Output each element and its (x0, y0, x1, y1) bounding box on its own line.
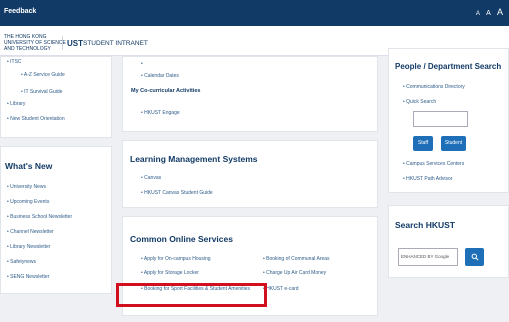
link-library[interactable]: Library (7, 99, 25, 109)
search-hkust-panel: Search HKUST ENHANCED BY Google (388, 205, 509, 278)
people-search-panel: People / Department Search Communication… (388, 48, 509, 193)
link-it-survival-guide[interactable]: IT Survival Guide (21, 87, 62, 97)
font-small-button[interactable]: A (476, 11, 480, 17)
link-hkust-engage[interactable]: HKUST Engage (141, 108, 179, 118)
people-search-title: People / Department Search (395, 62, 502, 71)
campus-life-panel: Calendar Dates My Co-curricular Activiti… (122, 56, 378, 132)
link-canvas-guide[interactable]: HKUST Canvas Student Guide (141, 188, 213, 198)
google-search-input[interactable]: ENHANCED BY Google (398, 248, 458, 266)
news-events[interactable]: Upcoming Events (7, 195, 72, 210)
news-seng[interactable]: SENG Newsletter (7, 270, 72, 285)
link-campus-service-centers[interactable]: Campus Services Centers (403, 159, 464, 169)
lms-panel: Learning Management Systems Canvas HKUST… (122, 140, 378, 208)
hkust-logo[interactable]: THE HONG KONG UNIVERSITY OF SCIENCE AND … (4, 34, 66, 52)
staff-button[interactable]: Staff (413, 136, 433, 151)
news-university[interactable]: University News (7, 180, 72, 195)
cocurricular-heading: My Co-curricular Activities (131, 88, 201, 94)
search-icon (471, 253, 479, 261)
search-go-button[interactable] (465, 248, 484, 266)
top-bar: Feedback A A A (0, 0, 509, 26)
google-search-label: ENHANCED BY Google (401, 254, 450, 259)
news-channel[interactable]: Channel Newsletter (7, 225, 72, 240)
font-medium-button[interactable]: A (486, 10, 491, 17)
feedback-link[interactable]: Feedback (4, 8, 36, 15)
logo-divider (62, 36, 63, 50)
student-button[interactable]: Student (441, 136, 466, 151)
intranet-title: STUDENT INTRANET (83, 40, 148, 47)
link-storage-locker[interactable]: Apply for Storage Locker (141, 268, 199, 278)
link-new-student-orientation[interactable]: New Student Orientation (7, 114, 64, 124)
link-oncampus-housing[interactable]: Apply for On-campus Housing (141, 254, 211, 264)
ust-mark: UST (67, 39, 83, 48)
search-hkust-title: Search HKUST (395, 220, 455, 230)
link-canvas[interactable]: Canvas (141, 173, 161, 183)
link-calendar-dates[interactable]: Calendar Dates (141, 71, 179, 81)
link-hkust-ecard[interactable]: HKUST e-card (263, 284, 298, 294)
online-services-title: Common Online Services (130, 234, 233, 244)
link-itsc[interactable]: ITSC (7, 57, 21, 67)
whats-new-list: University News Upcoming Events Business… (7, 180, 72, 285)
news-library[interactable]: Library Newsletter (7, 240, 72, 255)
quick-search-label: Quick Search (403, 97, 436, 107)
link-marker (141, 59, 143, 69)
font-large-button[interactable]: A (497, 7, 503, 17)
whats-new-title: What's New (5, 161, 53, 171)
font-size-controls: A A A (472, 7, 503, 17)
link-az-service-guide[interactable]: A-Z Service Guide (21, 70, 65, 80)
news-safety[interactable]: Safetynews (7, 255, 72, 270)
link-path-advisor[interactable]: HKUST Path Advisor (403, 174, 452, 184)
news-business[interactable]: Business School Newsletter (7, 210, 72, 225)
quick-search-input[interactable] (413, 111, 468, 127)
highlight-box (116, 283, 267, 307)
lms-title: Learning Management Systems (130, 154, 258, 164)
left-links-panel: ITSC A-Z Service Guide IT Survival Guide… (0, 56, 112, 138)
link-communal-areas[interactable]: Booking of Communal Areas (263, 254, 329, 264)
whats-new-panel: What's New University News Upcoming Even… (0, 146, 112, 294)
link-communications-directory[interactable]: Communications Directory (403, 82, 465, 92)
link-air-card[interactable]: Charge Up Air Card Money (263, 268, 326, 278)
